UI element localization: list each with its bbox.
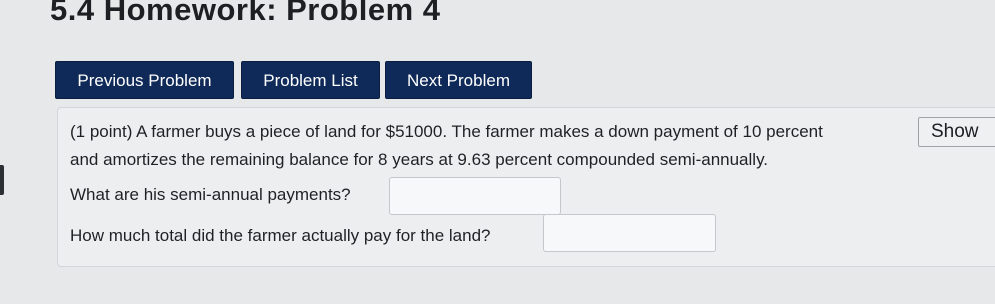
question-semi-annual-payment: What are his semi-annual payments?: [70, 185, 351, 204]
problem-statement-line-2: and amortizes the remaining balance for …: [70, 150, 769, 169]
semi-annual-payment-input[interactable]: [389, 177, 561, 215]
problem-list-button[interactable]: Problem List: [241, 61, 380, 99]
previous-problem-button[interactable]: Previous Problem: [55, 61, 234, 99]
side-tab-edge: [0, 165, 4, 195]
next-problem-button[interactable]: Next Problem: [385, 61, 532, 99]
question-total-paid: How much total did the farmer actually p…: [70, 226, 491, 245]
total-paid-input[interactable]: [543, 214, 716, 252]
show-button[interactable]: Show: [918, 117, 995, 147]
page-title: 5.4 Homework: Problem 4: [50, 0, 441, 27]
problem-statement-line-1: (1 point) A farmer buys a piece of land …: [70, 122, 823, 141]
